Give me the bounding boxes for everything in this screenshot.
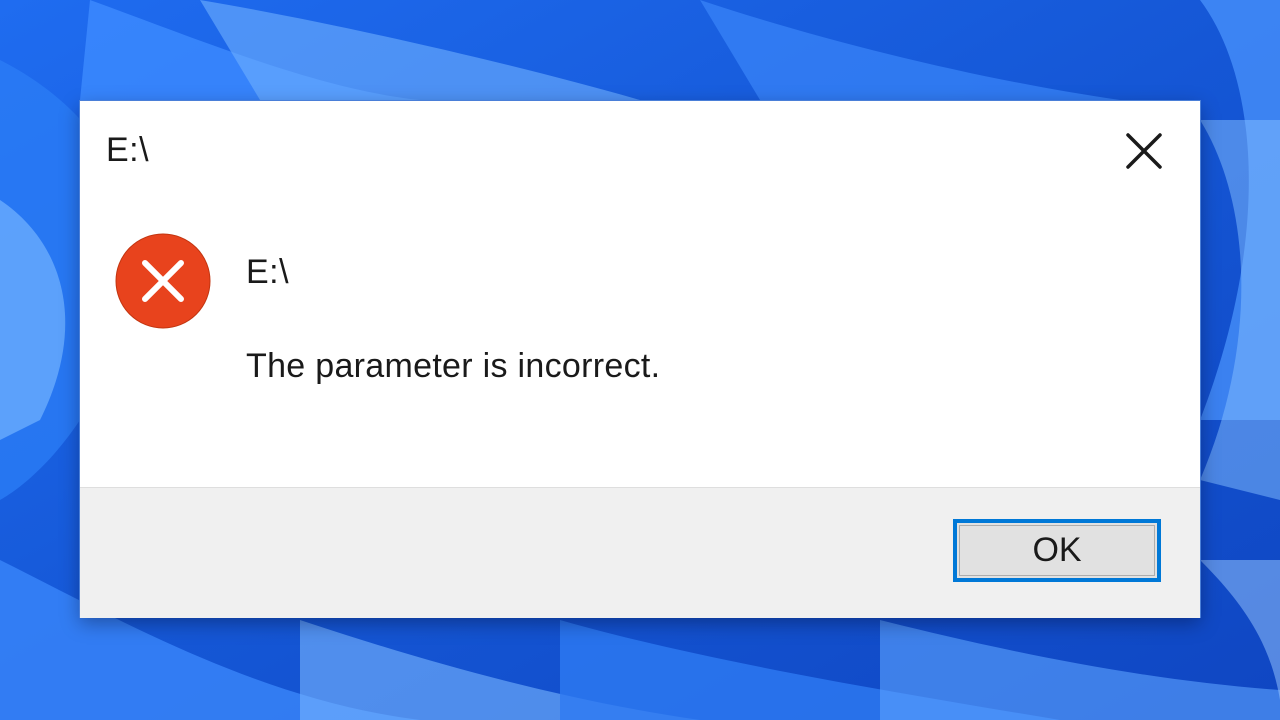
dialog-titlebar: E:\	[80, 101, 1200, 197]
message-heading: E:\	[246, 253, 290, 291]
ok-button[interactable]: OK	[953, 519, 1161, 582]
dialog-title: E:\	[106, 131, 150, 169]
dialog-content: E:\ The parameter is incorrect.	[80, 197, 1200, 487]
close-button[interactable]	[1116, 123, 1172, 179]
error-dialog: E:\ E:\ The parameter is incorrect. OK	[80, 101, 1200, 618]
error-icon	[115, 233, 211, 329]
message-text: The parameter is incorrect.	[246, 347, 661, 385]
dialog-footer: OK	[80, 487, 1200, 618]
close-icon	[1126, 133, 1162, 169]
